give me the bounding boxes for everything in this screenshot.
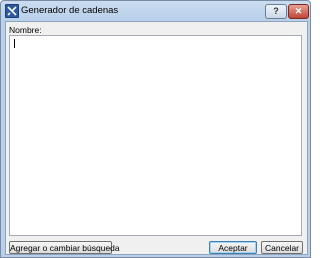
close-button[interactable]: ✕ (288, 4, 309, 19)
accept-button[interactable]: Aceptar (209, 241, 257, 254)
dialog-window: Generador de cadenas ? ✕ Nombre: Agregar… (0, 0, 311, 258)
cancel-button[interactable]: Cancelar (261, 241, 303, 254)
window-title: Generador de cadenas (21, 5, 119, 16)
text-caret (14, 39, 15, 48)
add-or-change-search-button[interactable]: Agregar o cambiar búsqueda (9, 241, 120, 254)
name-textarea[interactable] (9, 35, 302, 236)
title-bar[interactable]: Generador de cadenas ? ✕ (1, 1, 310, 21)
dialog-body: Nombre: Agregar o cambiar búsqueda Acept… (5, 21, 308, 255)
app-icon (5, 4, 19, 18)
name-label: Nombre: (9, 25, 42, 35)
help-button[interactable]: ? (265, 4, 287, 19)
